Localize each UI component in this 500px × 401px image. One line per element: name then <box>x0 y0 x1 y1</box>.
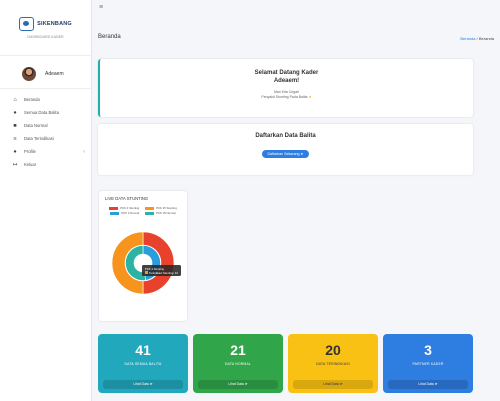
legend-swatch <box>145 206 155 210</box>
legend-swatch <box>109 206 119 210</box>
stat-link-label: Lihat Data <box>323 382 339 386</box>
sidebar-item-label: Keluar <box>24 162 37 167</box>
stat-value: 3 <box>424 342 432 358</box>
brand-name: SIKENBANG <box>37 20 72 27</box>
stat-label: DATA NORMAL <box>225 362 251 366</box>
arrow-right-circle-icon: ➤ <box>149 382 153 386</box>
legend-label: PKK 4 Stunting <box>120 206 140 210</box>
sidebar-item-profile[interactable]: ● Profile ‹ <box>0 145 91 158</box>
stat-link[interactable]: Lihat Data ➤ <box>198 380 278 389</box>
sidebar-item-beranda[interactable]: ⌂ Beranda <box>0 93 91 106</box>
brand-logo <box>19 16 35 31</box>
register-card: Daftarkan Data Balita Daftarkan Sekarang… <box>98 124 473 175</box>
legend-item[interactable]: PKK 4 Normal <box>110 211 139 215</box>
chart-icon: ≡ <box>13 135 17 142</box>
stat-link[interactable]: Lihat Data ➤ <box>103 380 183 389</box>
chevron-left-icon: ‹ <box>83 148 85 155</box>
sidebar-item-label: Data Normal <box>24 123 48 128</box>
stat-box-terindikasi: 20 DATA TERINDIKASI Lihat Data ➤ <box>288 334 378 393</box>
sidebar: SIKENBANG DASHBOARD KADER Adeaem ⌂ Beran… <box>0 0 92 401</box>
user-name: Adeaem <box>45 70 64 77</box>
stat-value: 21 <box>230 342 246 358</box>
arrow-right-circle-icon: ➤ <box>300 152 304 156</box>
sidebar-nav: ⌂ Beranda ● Semua Data Balita ■ Data Nor… <box>0 93 91 171</box>
legend-label: PKK 4 Normal <box>121 211 140 215</box>
donut-chart[interactable] <box>111 231 175 295</box>
stat-box-normal: 21 DATA NORMAL Lihat Data ➤ <box>193 334 283 393</box>
brand-subtitle: DASHBOARD KADER <box>27 34 64 39</box>
stat-label: PARTNER KADER <box>412 362 444 366</box>
register-button[interactable]: Daftarkan Sekarang ➤ <box>261 150 310 158</box>
chart-legend: PKK 4 Stunting PKK 15 Stunting PKK 4 Nor… <box>99 206 187 215</box>
page-title: Beranda <box>98 34 121 40</box>
legend-item[interactable]: PKK 15 Normal <box>145 211 176 215</box>
sidebar-item-label: Semua Data Balita <box>24 110 59 115</box>
stat-box-partner-kader: 3 PARTNER KADER Lihat Data ➤ <box>383 334 473 393</box>
stat-value: 41 <box>135 342 151 358</box>
arrow-right-circle-icon: ➤ <box>244 382 248 386</box>
stat-link[interactable]: Lihat Data ➤ <box>293 380 373 389</box>
stat-label: DATA SEMUA BALITA <box>124 362 162 366</box>
stat-link-label: Lihat Data <box>418 382 434 386</box>
breadcrumb-home-link[interactable]: Beranda <box>460 36 475 41</box>
legend-label: PKK 15 Normal <box>156 211 176 215</box>
sidebar-item-label: Profile <box>24 149 36 154</box>
tooltip-value: Terindikasi Stunting: 10 <box>149 270 178 275</box>
stat-link-label: Lihat Data <box>228 382 244 386</box>
tooltip-swatch <box>145 271 148 275</box>
legend-swatch <box>110 211 120 215</box>
welcome-card: Selamat Datang Kader Adeaem! Mari Kita C… <box>98 59 473 117</box>
legend-item[interactable]: PKK 15 Stunting <box>145 206 177 210</box>
card-icon: ■ <box>13 122 17 129</box>
sidebar-item-data-normal[interactable]: ■ Data Normal <box>0 119 91 132</box>
brand: SIKENBANG DASHBOARD KADER <box>0 0 91 56</box>
welcome-title: Selamat Datang Kader <box>254 70 319 76</box>
breadcrumb-current: Beranda <box>478 36 494 41</box>
stat-link[interactable]: Lihat Data ➤ <box>388 380 468 389</box>
stat-value: 20 <box>325 342 341 358</box>
register-title: Daftarkan Data Balita <box>255 133 316 139</box>
legend-swatch <box>145 211 155 215</box>
logout-icon: ↦ <box>12 161 18 168</box>
sidebar-item-label: Data Terindikasi <box>24 136 54 141</box>
menu-toggle-icon[interactable]: ≡ <box>99 4 103 11</box>
chart-tooltip: PKK 4 Stunting Terindikasi Stunting: 10 <box>142 265 181 276</box>
arrow-right-circle-icon: ➤ <box>434 382 438 386</box>
users-icon: ● <box>13 148 17 155</box>
sidebar-item-keluar[interactable]: ↦ Keluar <box>0 158 91 171</box>
sidebar-item-label: Beranda <box>24 97 40 102</box>
chart-card: LIVE DATA STUNTING PKK 4 Stunting PKK 15… <box>99 191 187 321</box>
stat-label: DATA TERINDIKASI <box>316 362 350 366</box>
content-header: Beranda Beranda / Beranda <box>92 32 500 46</box>
stat-link-label: Lihat Data <box>133 382 149 386</box>
welcome-line2: Penyakit Stunting Pada Balita <box>261 95 308 99</box>
user-icon: ● <box>13 109 17 116</box>
sidebar-item-data-terindikasi[interactable]: ≡ Data Terindikasi <box>0 132 91 145</box>
topbar: ≡ <box>92 0 500 22</box>
user-panel[interactable]: Adeaem <box>0 59 91 89</box>
avatar <box>22 66 36 81</box>
arrow-right-circle-icon: ➤ <box>339 382 343 386</box>
breadcrumb-separator: / <box>476 36 478 41</box>
welcome-name: Adeaem! <box>273 78 300 84</box>
legend-label: PKK 15 Stunting <box>156 206 177 210</box>
breadcrumb: Beranda / Beranda <box>460 36 494 41</box>
sidebar-item-semua-data-balita[interactable]: ● Semua Data Balita <box>0 106 91 119</box>
chart-title: LIVE DATA STUNTING <box>105 196 149 201</box>
stat-box-semua-balita: 41 DATA SEMUA BALITA Lihat Data ➤ <box>98 334 188 393</box>
legend-item[interactable]: PKK 4 Stunting <box>109 206 139 210</box>
star-icon: ★ <box>308 95 312 99</box>
home-icon: ⌂ <box>13 96 17 103</box>
register-button-label: Daftarkan Sekarang <box>267 152 300 156</box>
